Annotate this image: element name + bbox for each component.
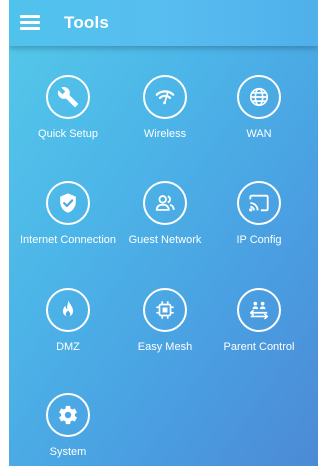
app-screen: Tools Quick Setup Wireless WAN Internet … [9, 0, 318, 466]
guests-icon [143, 181, 187, 225]
wireless-button[interactable]: Wireless [113, 75, 217, 161]
app-header: Tools [9, 0, 318, 46]
wifi-icon [143, 75, 187, 119]
cast-icon [237, 181, 281, 225]
system-button[interactable]: System [16, 393, 120, 466]
globe-icon [237, 75, 281, 119]
parent-control-button[interactable]: Parent Control [207, 288, 311, 374]
quick-setup-button[interactable]: Quick Setup [16, 75, 120, 161]
tile-label: WAN [246, 128, 272, 140]
flame-icon [46, 288, 90, 332]
guest-network-button[interactable]: Guest Network [113, 181, 217, 267]
shield-check-icon [46, 181, 90, 225]
page-title: Tools [64, 13, 110, 32]
hamburger-menu-icon[interactable] [20, 14, 40, 30]
internet-connection-button[interactable]: Internet Connection [16, 181, 120, 267]
parental-icon [237, 288, 281, 332]
easy-mesh-button[interactable]: Easy Mesh [113, 288, 217, 374]
chip-icon [143, 288, 187, 332]
dmz-button[interactable]: DMZ [16, 288, 120, 374]
tile-label: IP Config [236, 234, 282, 246]
ip-config-button[interactable]: IP Config [207, 181, 311, 267]
wan-button[interactable]: WAN [207, 75, 311, 161]
tile-label: Parent Control [223, 341, 295, 353]
gear-icon [46, 393, 90, 437]
wrench-icon [46, 75, 90, 119]
tile-label: System [49, 446, 87, 458]
